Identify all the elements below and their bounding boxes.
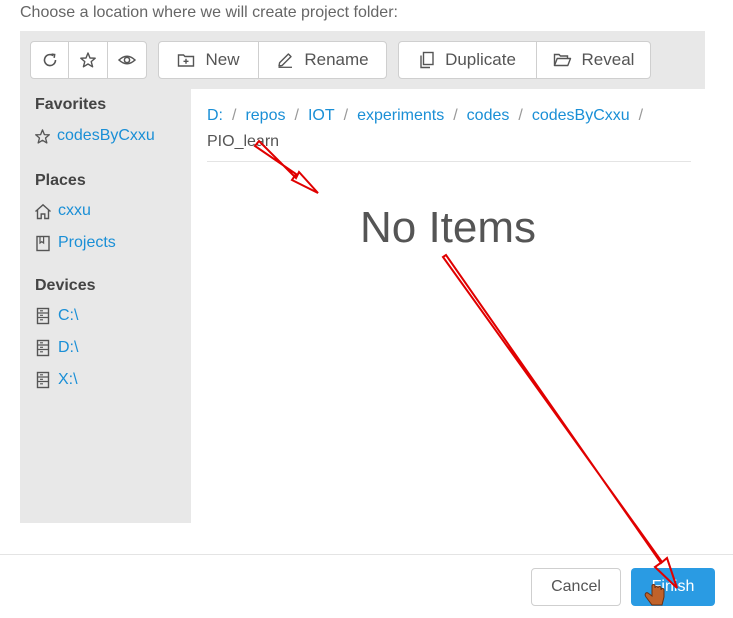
hand-cursor-icon <box>644 584 665 606</box>
annotation-overlay <box>253 139 678 606</box>
arrow-to-current-folder <box>253 139 319 194</box>
arrow-to-finish-button <box>441 253 678 589</box>
